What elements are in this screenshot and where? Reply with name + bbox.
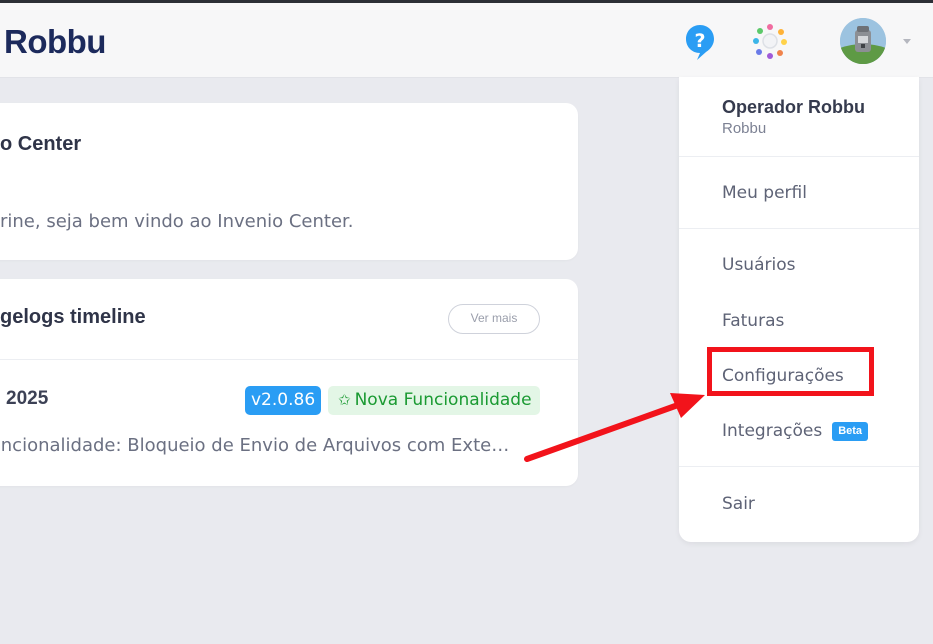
user-avatar[interactable] bbox=[840, 18, 886, 64]
menu-divider bbox=[679, 156, 919, 157]
welcome-title: o Center bbox=[0, 133, 82, 155]
svg-text:?: ? bbox=[694, 30, 705, 52]
chevron-down-icon[interactable] bbox=[903, 39, 911, 44]
card-divider bbox=[0, 359, 578, 360]
menu-user-name: Operador Robbu bbox=[722, 97, 865, 117]
menu-item-faturas[interactable]: Faturas bbox=[722, 311, 784, 331]
annotation-highlight-box bbox=[707, 347, 874, 396]
menu-divider bbox=[679, 466, 919, 467]
changelog-card: gelogs timeline Ver mais 2025 v2.0.86 ✩ N… bbox=[0, 279, 578, 486]
ver-mais-button[interactable]: Ver mais bbox=[448, 304, 540, 334]
feature-tag-label: Nova Funcionalidade bbox=[354, 390, 532, 410]
brand-logo[interactable]: Robbu bbox=[4, 23, 106, 61]
menu-item-usuarios[interactable]: Usuários bbox=[722, 255, 795, 275]
changelog-title: gelogs timeline bbox=[0, 306, 146, 328]
menu-user-org: Robbu bbox=[722, 120, 767, 137]
welcome-card: o Center rine, seja bem vindo ao Invenio… bbox=[0, 103, 578, 260]
user-dropdown-menu: Operador Robbu Robbu Meu perfil Usuários… bbox=[679, 77, 919, 542]
changelog-date: 2025 bbox=[6, 388, 49, 409]
menu-divider bbox=[679, 228, 919, 229]
question-bubble-icon[interactable]: ? bbox=[684, 23, 716, 61]
version-badge[interactable]: v2.0.86 bbox=[245, 386, 322, 415]
top-header: Robbu ? bbox=[0, 3, 933, 78]
beta-badge: Beta bbox=[832, 422, 869, 441]
star-icon: ✩ bbox=[338, 391, 351, 409]
menu-item-integracoes[interactable]: Integrações Beta bbox=[722, 421, 869, 441]
menu-item-sair[interactable]: Sair bbox=[722, 494, 755, 514]
apps-dots-icon[interactable] bbox=[752, 23, 788, 59]
menu-item-meu-perfil[interactable]: Meu perfil bbox=[722, 183, 807, 203]
welcome-message: rine, seja bem vindo ao Invenio Center. bbox=[0, 211, 354, 232]
menu-item-label: Integrações bbox=[722, 421, 823, 441]
feature-tag-badge: ✩ Nova Funcionalidade bbox=[328, 386, 540, 415]
changelog-description[interactable]: Funcionalidade: Bloqueio de Envio de Arq… bbox=[0, 435, 535, 456]
